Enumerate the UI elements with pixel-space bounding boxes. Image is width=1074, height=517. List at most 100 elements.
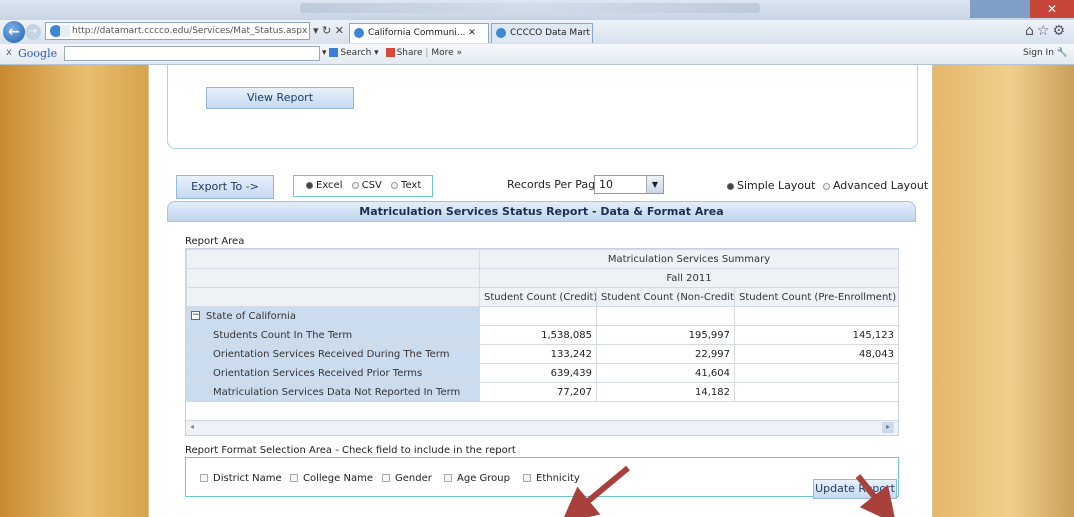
- column-header-noncredit: Student Count (Non-Credit): [596, 287, 735, 307]
- table-cell: [479, 306, 597, 326]
- records-per-page-value: 10: [599, 178, 613, 191]
- row-label: Orientation Services Received Prior Term…: [186, 363, 480, 383]
- checkbox-label: Age Group: [457, 473, 510, 484]
- gender-checkbox[interactable]: Gender: [382, 473, 432, 484]
- tab-data-mart[interactable]: CCCCO Data Mart - Stu...: [491, 23, 593, 43]
- table-cell: 41,604: [596, 363, 735, 383]
- records-per-page-select[interactable]: 10 ▼: [594, 175, 664, 194]
- export-to-button[interactable]: Export To ->: [176, 175, 274, 199]
- report-format-box: District Name College Name Gender Age Gr…: [185, 457, 899, 497]
- table-row: Matriculation Services Data Not Reported…: [186, 382, 899, 402]
- summary-table: Matriculation Services Summary Fall 2011…: [186, 249, 899, 402]
- table-row: Orientation Services Received During The…: [186, 344, 899, 364]
- gear-icon[interactable]: ⚙: [1052, 23, 1068, 39]
- google-search-button[interactable]: Search: [340, 48, 371, 58]
- checkbox-label: District Name: [213, 473, 282, 484]
- tab-california-communities[interactable]: California Communi... ✕: [349, 23, 489, 43]
- toolbar-close-icon[interactable]: x: [6, 47, 12, 58]
- checkbox-icon: [290, 474, 298, 482]
- table-row: Students Count In The Term 1,538,085 195…: [186, 325, 899, 345]
- tab-close-icon[interactable]: ✕: [468, 28, 476, 38]
- tab-icon: [496, 28, 506, 38]
- scroll-left-icon[interactable]: ◂: [190, 422, 194, 431]
- text-radio[interactable]: [391, 181, 399, 189]
- search-icon: [329, 48, 339, 57]
- checkbox-icon: [444, 474, 452, 482]
- table-cell: 195,997: [596, 325, 735, 345]
- grid-corner: [186, 268, 480, 288]
- sign-in-label: Sign In: [1023, 48, 1054, 58]
- ethnicity-checkbox[interactable]: Ethnicity: [523, 473, 580, 484]
- table-cell: 14,182: [596, 382, 735, 402]
- column-header-credit: Student Count (Credit): [479, 287, 597, 307]
- home-icon[interactable]: ⌂: [1025, 23, 1037, 39]
- google-tools: ▾ Search ▾ Share | More »: [322, 48, 463, 58]
- star-icon[interactable]: ☆: [1037, 23, 1053, 39]
- term-header: Fall 2011: [479, 268, 899, 288]
- checkbox-icon: [200, 474, 208, 482]
- group-row-header: − State of California: [186, 306, 480, 326]
- row-label: Matriculation Services Data Not Reported…: [186, 382, 480, 402]
- refresh-icon[interactable]: ↻: [322, 24, 331, 37]
- browser-navbar: ← → http://datamart.cccco.edu/Services/M…: [0, 20, 1074, 45]
- layout-options: Simple Layout Advanced Layout: [723, 179, 928, 192]
- forward-button[interactable]: →: [25, 24, 41, 40]
- table-cell: 145,123: [734, 325, 899, 345]
- window-titlebar: ✕: [0, 0, 1074, 20]
- report-grid: Matriculation Services Summary Fall 2011…: [185, 248, 899, 436]
- excel-radio[interactable]: [306, 181, 313, 189]
- csv-radio[interactable]: [351, 181, 359, 189]
- table-cell: 48,043: [734, 344, 899, 364]
- scroll-right-icon[interactable]: ▸: [882, 422, 894, 433]
- checkbox-icon: [523, 474, 531, 482]
- checkbox-icon: [382, 474, 390, 482]
- grid-corner: [186, 287, 480, 307]
- grid-corner: [186, 249, 480, 269]
- checkbox-label: Ethnicity: [536, 473, 580, 484]
- google-toolbar: x Google ▾ Search ▾ Share | More » Sign …: [0, 44, 1074, 65]
- advanced-layout-radio[interactable]: [822, 182, 830, 190]
- stop-icon[interactable]: ✕: [335, 24, 344, 37]
- update-report-button[interactable]: Update Report: [813, 479, 897, 499]
- google-share-button[interactable]: Share: [397, 48, 423, 58]
- window-title-blur: [300, 3, 760, 13]
- tab-icon: [354, 28, 364, 38]
- view-report-button[interactable]: View Report: [206, 87, 354, 109]
- table-cell: [734, 382, 899, 402]
- tab-label: CCCCO Data Mart - Stu...: [510, 28, 592, 38]
- google-more-button[interactable]: More »: [431, 48, 462, 58]
- text-label: Text: [401, 180, 422, 191]
- address-url: http://datamart.cccco.edu/Services/Mat_S…: [72, 26, 308, 36]
- dropdown-icon[interactable]: ▾: [322, 48, 329, 58]
- back-button[interactable]: ←: [3, 21, 25, 43]
- table-cell: [596, 306, 735, 326]
- simple-layout-label: Simple Layout: [737, 179, 816, 192]
- close-window-button[interactable]: ✕: [1030, 0, 1074, 18]
- college-name-checkbox[interactable]: College Name: [290, 473, 373, 484]
- district-name-checkbox[interactable]: District Name: [200, 473, 282, 484]
- minimize-button[interactable]: [970, 0, 1000, 18]
- records-per-page-label: Records Per Page:: [507, 178, 606, 191]
- maximize-button[interactable]: [1000, 0, 1030, 18]
- sign-in-link[interactable]: Sign In 🔧: [1023, 48, 1068, 58]
- table-row: Orientation Services Received Prior Term…: [186, 363, 899, 383]
- advanced-layout-label: Advanced Layout: [832, 179, 929, 192]
- google-logo: Google: [18, 47, 58, 60]
- table-cell: 22,997: [596, 344, 735, 364]
- export-format-options: Excel CSV Text: [293, 175, 433, 197]
- report-format-label: Report Format Selection Area - Check fie…: [185, 445, 516, 456]
- window-controls: ✕: [970, 0, 1074, 18]
- age-group-checkbox[interactable]: Age Group: [444, 473, 510, 484]
- checkbox-label: College Name: [303, 473, 373, 484]
- dropdown-icon[interactable]: ▾: [313, 24, 319, 37]
- wrench-icon: 🔧: [1056, 48, 1068, 58]
- chevron-down-icon[interactable]: ▼: [646, 176, 663, 193]
- address-bar[interactable]: http://datamart.cccco.edu/Services/Mat_S…: [45, 22, 310, 40]
- collapse-icon[interactable]: −: [191, 311, 200, 320]
- horizontal-scrollbar[interactable]: ◂ ▸: [186, 420, 898, 435]
- checkbox-label: Gender: [395, 473, 432, 484]
- browser-tool-icons: ⌂☆⚙: [1025, 23, 1068, 39]
- google-search-input[interactable]: [64, 46, 320, 61]
- content-panel: View Report Export To -> Excel CSV Text …: [148, 65, 933, 517]
- simple-layout-radio[interactable]: [727, 182, 734, 190]
